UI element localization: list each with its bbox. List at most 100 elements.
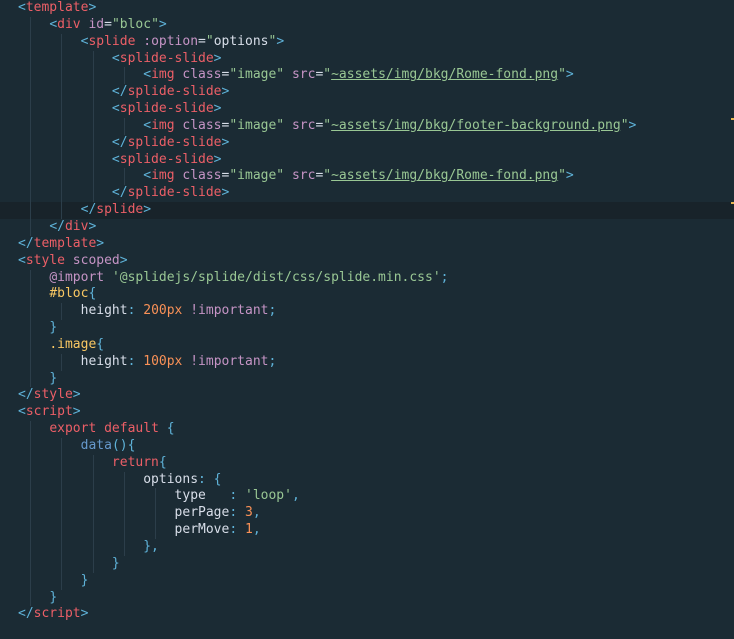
code-token: id (88, 16, 105, 32)
code-token: perMove (174, 522, 230, 538)
code-token: > (213, 50, 222, 66)
code-token: " (558, 168, 566, 184)
code-token: 3 (245, 505, 253, 521)
code-token: > (221, 185, 230, 201)
code-line[interactable]: <splide-slide> (0, 101, 734, 118)
code-token: </ (111, 84, 128, 100)
indent-guide (30, 589, 31, 607)
code-token: </ (18, 235, 34, 251)
code-line[interactable]: height: 100px !important; (0, 353, 734, 371)
indent-guide (30, 269, 31, 287)
code-token: ; (268, 303, 277, 319)
code-token: </ (49, 218, 65, 234)
code-token: "bloc" (111, 16, 159, 32)
indent-guide (92, 522, 94, 539)
indent-guide (92, 168, 94, 186)
indent-guide (30, 555, 31, 573)
code-line[interactable]: }, (0, 539, 734, 556)
code-token: export (49, 421, 97, 437)
indent-guide (61, 505, 63, 523)
code-token: > (213, 101, 222, 117)
indent-guide (92, 555, 94, 573)
code-token: : (127, 303, 144, 319)
code-line[interactable]: } (0, 370, 734, 388)
code-line[interactable]: } (0, 320, 734, 337)
code-line[interactable]: <div id="bloc"> (0, 16, 734, 34)
code-line[interactable]: <splide-slide> (0, 50, 734, 68)
code-line[interactable]: </script> (0, 606, 734, 623)
code-token: " (558, 67, 566, 83)
code-token: script (33, 606, 81, 622)
code-token: </ (18, 606, 34, 622)
indent-guide (30, 33, 31, 51)
code-line[interactable]: .image{ (0, 336, 734, 354)
code-token: height (80, 303, 128, 319)
code-token: template (33, 235, 97, 251)
indent-guide (61, 454, 63, 472)
code-line[interactable]: type : 'loop', (0, 488, 734, 506)
code-line[interactable]: } (0, 555, 734, 573)
code-area[interactable]: <template> <div id="bloc"> <splide :opti… (0, 0, 734, 623)
code-line[interactable]: </splide> (0, 202, 734, 219)
code-token: splide-slide (127, 84, 222, 100)
code-line[interactable]: @import '@splidejs/splide/dist/css/splid… (0, 269, 734, 287)
code-token: div (64, 218, 89, 234)
code-line[interactable]: </splide-slide> (0, 134, 734, 152)
code-token: } (49, 320, 58, 336)
code-line[interactable]: options: { (0, 471, 734, 489)
code-token: </ (111, 185, 128, 201)
code-line[interactable]: </div> (0, 218, 734, 236)
code-line[interactable]: perPage: 3, (0, 505, 734, 523)
indent-guide (123, 117, 125, 135)
indent-guide (123, 488, 125, 506)
code-token: "image" (229, 67, 285, 83)
indent-guide (30, 286, 31, 304)
code-line[interactable]: <style scoped> (0, 253, 734, 270)
code-line[interactable]: #bloc{ (0, 286, 734, 304)
indent-guide (92, 101, 94, 118)
code-token: { (158, 454, 167, 470)
code-token: } (111, 555, 120, 571)
code-token: ~assets/img/bkg/footer-background.png (331, 117, 621, 133)
code-line[interactable]: </template> (0, 236, 734, 253)
code-line[interactable]: <script> (0, 404, 734, 421)
code-line[interactable]: export default { (0, 421, 734, 438)
indent-guide (30, 303, 31, 321)
code-line[interactable]: } (0, 589, 734, 607)
code-line[interactable]: return{ (0, 454, 734, 472)
code-line[interactable]: <img class="image" src="~assets/img/bkg/… (0, 168, 734, 186)
code-token: .image (49, 336, 97, 352)
code-line[interactable]: <splide-slide> (0, 151, 734, 169)
code-editor[interactable]: <template> <div id="bloc"> <splide :opti… (0, 0, 734, 639)
indent-guide (123, 505, 125, 523)
indent-guide (61, 67, 63, 85)
code-line[interactable]: <splide :option="options"> (0, 33, 734, 51)
code-token: ~assets/img/bkg/Rome-fond.png (331, 168, 559, 184)
code-token: 'loop' (245, 488, 292, 504)
code-token: } (49, 589, 58, 605)
indent-guide (61, 33, 63, 51)
code-line[interactable]: height: 200px !important; (0, 303, 734, 321)
code-line[interactable]: data(){ (0, 437, 734, 455)
indent-guide (30, 151, 31, 169)
code-token: : (127, 353, 144, 369)
code-line[interactable]: </splide-slide> (0, 185, 734, 203)
code-line[interactable]: } (0, 572, 734, 590)
code-line[interactable]: <template> (0, 0, 734, 17)
code-line[interactable]: </splide-slide> (0, 84, 734, 102)
code-token: { (88, 286, 97, 302)
code-line[interactable]: <img class="image" src="~assets/img/bkg/… (0, 117, 734, 135)
code-line[interactable]: perMove: 1, (0, 522, 734, 539)
code-line[interactable]: <img class="image" src="~assets/img/bkg/… (0, 67, 734, 85)
indent-guide (61, 353, 63, 371)
code-line[interactable]: </style> (0, 387, 734, 404)
